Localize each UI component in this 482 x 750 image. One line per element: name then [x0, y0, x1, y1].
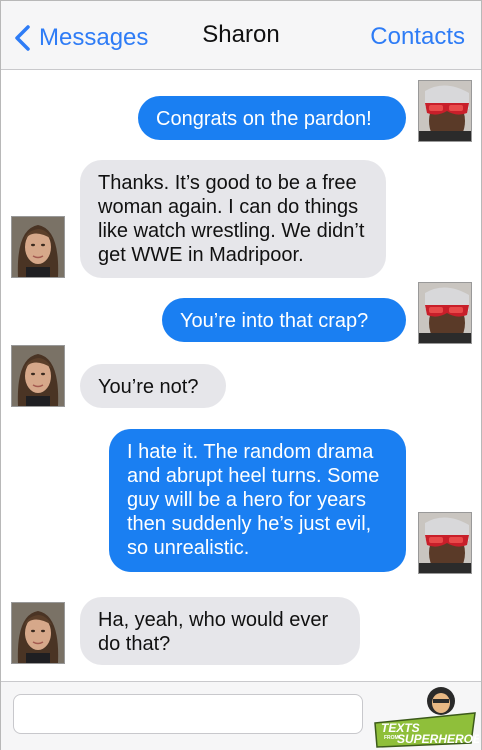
avatar-sharon	[11, 216, 65, 278]
message-outgoing: I hate it. The random drama and abrupt h…	[109, 429, 406, 572]
back-button-label: Messages	[39, 24, 149, 51]
texts-from-superheroes-logo: TEXTS FROM SUPERHEROES	[371, 683, 479, 749]
avatar-me	[418, 512, 472, 574]
goggles-avatar	[419, 81, 471, 141]
message-text: You’re not?	[98, 376, 199, 398]
woman-avatar	[12, 603, 64, 663]
phone-screen: Messages Sharon Contacts Congrats on the…	[0, 0, 482, 750]
message-incoming: Thanks. It’s good to be a free woman aga…	[80, 160, 386, 278]
avatar-me	[418, 282, 472, 344]
message-text: I hate it. The random drama and abrupt h…	[127, 441, 380, 559]
message-text: Congrats on the pardon!	[156, 108, 372, 130]
goggles-avatar	[419, 283, 471, 343]
message-text: Thanks. It’s good to be a free woman aga…	[98, 172, 365, 266]
message-incoming: Ha, yeah, who would ever do that?	[80, 597, 360, 665]
chevron-left-icon	[15, 25, 30, 51]
avatar-me	[418, 80, 472, 142]
back-button[interactable]: Messages	[13, 21, 148, 55]
navigation-bar: Messages Sharon Contacts	[1, 1, 481, 70]
goggles-avatar	[419, 513, 471, 573]
message-incoming: You’re not?	[80, 364, 226, 408]
avatar-sharon	[11, 345, 65, 407]
woman-avatar	[12, 217, 64, 277]
logo-line3: SUPERHEROES	[397, 732, 479, 746]
message-input[interactable]	[13, 694, 363, 734]
superhero-logo-icon: TEXTS FROM SUPERHEROES	[374, 687, 479, 748]
message-outgoing: You’re into that crap?	[162, 298, 406, 342]
message-outgoing: Congrats on the pardon!	[138, 96, 406, 140]
avatar-sharon	[11, 602, 65, 664]
message-text: Ha, yeah, who would ever do that?	[98, 609, 329, 655]
contacts-button[interactable]: Contacts	[370, 23, 465, 51]
message-text: You’re into that crap?	[180, 310, 369, 332]
woman-avatar	[12, 346, 64, 406]
